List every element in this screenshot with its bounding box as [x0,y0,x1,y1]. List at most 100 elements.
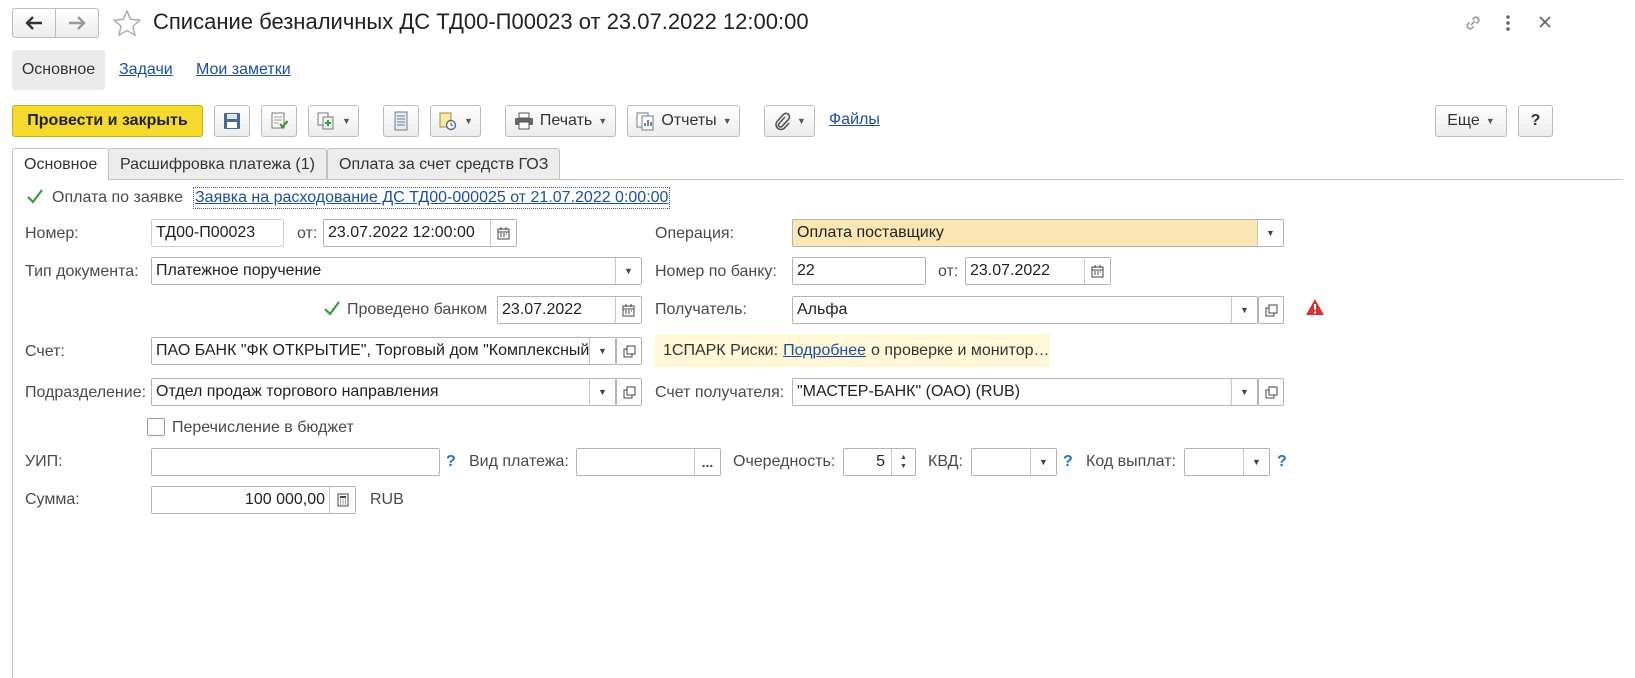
payment-kind-label: Вид платежа: [469,453,569,470]
arrow-down-icon: ▼ [900,463,907,470]
nav-tab-my-notes[interactable]: Мои заметки [196,61,291,79]
uip-help-icon[interactable]: ? [446,453,456,471]
link-icon[interactable] [1462,12,1484,34]
date-field[interactable]: 23.07.2022 12:00:00 [323,219,517,247]
favorite-star-icon[interactable] [112,9,142,37]
form-tab-goz-payment[interactable]: Оплата за счет средств ГОЗ [327,148,561,180]
payout-code-label: Код выплат: [1086,453,1176,470]
account-open-button[interactable] [616,337,642,365]
chevron-down-icon: ▼ [1252,457,1261,467]
recipient-account-select[interactable]: "МАСТЕР-БАНК" (ОАО) (RUB) ▼ [792,378,1258,406]
open-window-icon [623,386,635,398]
nav-tab-tasks[interactable]: Задачи [119,61,173,79]
payout-code-help-icon[interactable]: ? [1277,453,1287,471]
document-structure-icon [439,112,457,131]
payment-kind-select[interactable]: ... [576,448,721,476]
uip-label: УИП: [25,453,63,470]
files-link[interactable]: Файлы [829,111,880,129]
form-tab-main[interactable]: Основное [12,148,110,181]
create-based-on-button[interactable]: ▼ [308,105,359,137]
arrow-right-icon [69,16,86,30]
post-document-icon [271,112,289,129]
chevron-down-icon: ▼ [464,116,473,126]
open-window-icon [623,345,635,357]
chevron-down-icon: ▼ [342,116,351,126]
structure-button[interactable]: ▼ [430,105,481,137]
uip-input[interactable] [151,448,440,476]
budget-transfer-label: Перечисление в бюджет [172,419,354,436]
priority-stepper[interactable]: 5 ▲ ▼ [843,448,916,476]
recipient-account-label: Счет получателя: [655,384,785,401]
help-button[interactable]: ? [1518,105,1553,137]
kvd-label: КВД: [928,453,963,470]
checkmark-icon [27,189,43,204]
recipient-account-open-button[interactable] [1258,378,1284,406]
date-picker-button[interactable] [1084,258,1110,284]
post-and-close-button[interactable]: Провести и закрыть [12,105,203,137]
back-button[interactable] [12,8,56,38]
date-from-label: от: [297,225,318,242]
department-select[interactable]: Отдел продаж торгового направления ▼ [151,378,616,406]
bank-date-field[interactable]: 23.07.2022 [965,257,1111,285]
forward-button[interactable] [55,8,99,38]
nav-tab-main[interactable]: Основное [12,50,105,90]
warning-icon[interactable] [1305,298,1325,316]
date-picker-button[interactable] [615,297,641,323]
chevron-down-icon: ▼ [1485,116,1495,126]
bank-processed-checkbox[interactable] [323,300,341,318]
save-button[interactable] [214,105,250,137]
reports-button[interactable]: Отчеты ▼ [627,105,740,137]
arrow-up-icon: ▲ [900,454,907,461]
date-picker-button[interactable] [490,220,516,246]
chevron-down-icon: ▼ [1240,387,1249,397]
more-button[interactable]: Еще ▼ [1435,105,1507,137]
amount-input[interactable]: 100 000,00 [151,486,356,514]
printer-icon [514,112,533,130]
chevron-down-icon: ▼ [797,116,806,126]
priority-stepper-buttons[interactable]: ▲ ▼ [891,449,915,475]
recipient-dropdown-button[interactable]: ▼ [1231,297,1257,323]
operation-select[interactable]: Оплата поставщику ▼ [792,219,1284,247]
calendar-icon [622,303,635,316]
journal-button[interactable] [383,105,419,137]
kvd-select[interactable]: ▼ [971,448,1057,476]
chevron-down-icon: ▼ [1240,305,1249,315]
form-tab-payment-details[interactable]: Расшифровка платежа (1) [108,148,327,180]
budget-transfer-checkbox[interactable] [147,418,165,436]
reports-icon [636,112,654,131]
open-window-icon [1265,304,1277,316]
post-button[interactable] [261,105,297,137]
payout-code-select[interactable]: ▼ [1184,448,1270,476]
operation-dropdown-button[interactable]: ▼ [1257,220,1283,246]
operation-label: Операция: [655,225,735,242]
chevron-down-icon: ▼ [598,387,607,397]
pay-by-request-checkbox[interactable] [26,188,44,206]
close-icon[interactable] [1537,14,1553,30]
more-vertical-icon[interactable] [1500,12,1516,34]
spark-details-link[interactable]: Подробнее [783,342,866,360]
calendar-icon [497,226,510,239]
recipient-account-dropdown-button[interactable]: ▼ [1231,379,1257,405]
doctype-dropdown-button[interactable]: ▼ [615,258,641,284]
number-field[interactable]: ТД00-П00023 [151,219,284,247]
recipient-open-button[interactable] [1258,296,1284,324]
doctype-select[interactable]: Платежное поручение ▼ [151,257,642,285]
kvd-dropdown-button[interactable]: ▼ [1030,449,1056,475]
chevron-down-icon: ▼ [598,346,607,356]
kvd-help-icon[interactable]: ? [1063,453,1073,471]
request-link[interactable]: Заявка на расходование ДС ТД00-000025 от… [192,187,671,209]
bank-processed-date-field[interactable]: 23.07.2022 [497,296,642,324]
recipient-select[interactable]: Альфа ▼ [792,296,1258,324]
bank-number-input[interactable]: 22 [792,257,926,285]
account-dropdown-button[interactable]: ▼ [589,338,615,364]
department-open-button[interactable] [616,378,642,406]
payout-code-dropdown-button[interactable]: ▼ [1243,449,1269,475]
account-select[interactable]: ПАО БАНК "ФК ОТКРЫТИЕ", Торговый дом "Ко… [151,337,616,365]
print-button[interactable]: Печать ▼ [505,105,616,137]
doctype-label: Тип документа: [25,263,139,280]
department-dropdown-button[interactable]: ▼ [589,379,615,405]
payment-kind-choose-button[interactable]: ... [694,449,720,475]
attach-button[interactable]: ▼ [764,105,815,137]
calculator-button[interactable] [329,487,355,513]
chevron-down-icon: ▼ [624,266,633,276]
